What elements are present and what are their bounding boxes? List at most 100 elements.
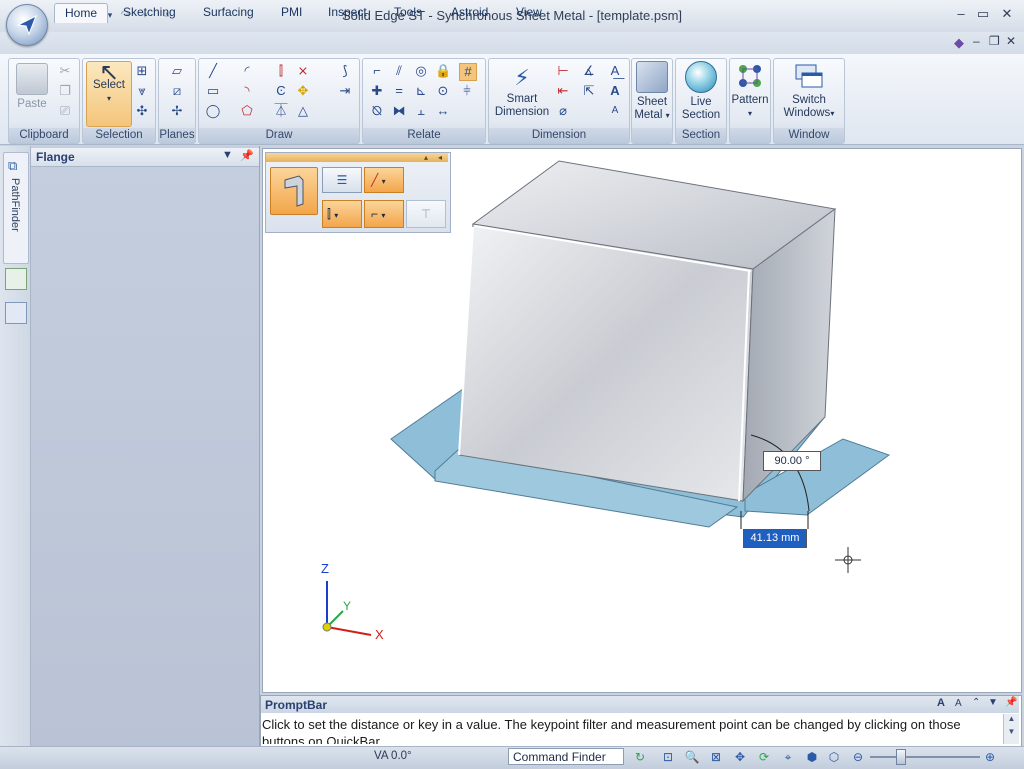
draw-options-icon[interactable]: ⟆ <box>337 63 353 79</box>
application-button[interactable] <box>6 4 48 46</box>
tab-tools[interactable]: Tools <box>384 3 432 22</box>
mirror-icon[interactable]: ⏄ <box>273 103 289 119</box>
command-finder-input[interactable]: Command Finder <box>508 748 624 765</box>
coordinate-dimension-icon[interactable]: ⇱ <box>581 83 597 99</box>
paste-button[interactable]: Paste <box>13 63 51 111</box>
zoom-slider-track[interactable] <box>870 756 980 758</box>
tab-astroid[interactable]: Astroid <box>441 3 498 22</box>
plane-axis-icon[interactable]: ✢ <box>169 103 185 119</box>
panel-pin-icon[interactable]: 📌 <box>240 149 254 162</box>
zoom-area-icon[interactable]: ⊡ <box>660 749 676 765</box>
font-larger-icon[interactable]: A <box>937 697 945 709</box>
quickbar-grip[interactable] <box>266 153 448 162</box>
promptbar-pin-icon[interactable]: 📌 <box>1005 697 1017 708</box>
refresh-icon[interactable]: ↻ <box>632 749 648 765</box>
collinear-icon[interactable]: ⊙ <box>435 83 451 99</box>
bend-position-button[interactable]: ⌐ ▾ <box>364 200 404 228</box>
font-smaller-icon[interactable]: A <box>955 698 962 709</box>
text-size-down-icon[interactable]: A <box>607 103 623 119</box>
horizontal-vertical-icon[interactable]: ✚ <box>369 83 385 99</box>
tangent-icon[interactable]: ⦰ <box>369 103 385 119</box>
zoom-out-icon[interactable]: ⊖ <box>850 749 866 765</box>
features-library-tab-icon[interactable] <box>5 302 27 324</box>
triangle-icon[interactable]: △ <box>295 103 311 119</box>
fillet-icon[interactable]: ◝ <box>239 83 255 99</box>
fit-icon[interactable]: ⊠ <box>708 749 724 765</box>
symmetric-diameter-icon[interactable]: ⌀ <box>555 103 571 119</box>
symmetric-icon[interactable]: ⧓ <box>391 103 407 119</box>
measurement-point-button[interactable]: ⫿ ▾ <box>322 200 362 228</box>
pattern-button[interactable]: Pattern ▾ <box>731 61 769 120</box>
sketch-view-icon[interactable]: ⌖ <box>780 749 796 765</box>
text-annotation-icon[interactable]: A͟ <box>607 63 623 79</box>
collapse-icon[interactable]: ⌃ <box>972 697 980 708</box>
smart-dimension-button[interactable]: ⚡ Smart Dimension <box>493 63 551 119</box>
scroll-up-icon[interactable]: ▲ <box>1004 714 1019 723</box>
tab-surfacing[interactable]: Surfacing <box>193 3 264 22</box>
doc-restore-icon[interactable]: ❐ <box>989 34 1000 48</box>
symmetry-axis-icon[interactable]: ⫠ <box>413 103 429 119</box>
flange-options-button[interactable]: ☰ <box>322 167 362 193</box>
pan-icon[interactable]: ✥ <box>732 749 748 765</box>
tab-view[interactable]: View <box>506 3 552 22</box>
rectangle-icon[interactable]: ▭ <box>205 83 221 99</box>
keypoint-filter-button[interactable]: ╱ ▾ <box>364 167 404 193</box>
distance-dimension-icon[interactable]: ⇤ <box>555 83 571 99</box>
tab-sketching[interactable]: Sketching <box>113 3 186 22</box>
live-section-button[interactable]: Live Section <box>678 61 724 122</box>
circle-icon[interactable]: ◯ <box>205 103 221 119</box>
text-size-up-icon[interactable]: A <box>607 83 623 99</box>
promptbar-menu-icon[interactable]: ▼ <box>988 697 998 708</box>
copy-icon[interactable]: ❐ <box>57 83 73 99</box>
promptbar-scrollbar[interactable]: ▲ ▼ <box>1003 714 1019 744</box>
sheet-metal-button[interactable]: Sheet Metal ▾ <box>633 61 671 122</box>
quickbar-collapse-icon[interactable]: ▴ <box>424 153 428 162</box>
flange-command-button[interactable] <box>270 167 318 215</box>
tab-pmi[interactable]: PMI <box>271 3 312 22</box>
close-icon[interactable]: ✕ <box>997 6 1017 24</box>
select-tools-icon[interactable]: ✣ <box>134 103 150 119</box>
connect-relate-icon[interactable]: ⌐ <box>369 63 385 79</box>
angle-label[interactable]: 90.00 ° <box>763 451 821 471</box>
trim-icon[interactable]: ⫿ <box>273 63 289 79</box>
move-icon[interactable]: ✥ <box>295 83 311 99</box>
offset-icon[interactable]: Ͼ <box>273 83 289 99</box>
distance-input[interactable]: 41.13 mm <box>743 529 807 548</box>
tab-home[interactable]: Home <box>54 3 109 23</box>
zoom-in-icon[interactable]: ⊕ <box>982 749 998 765</box>
line-icon[interactable]: ╱ <box>205 63 221 79</box>
flange-profile-button[interactable]: ⊤ <box>406 200 446 228</box>
connect-icon[interactable]: ⇥ <box>337 83 353 99</box>
layers-tab-icon[interactable] <box>5 268 27 290</box>
cut-icon[interactable]: ✂ <box>57 63 73 79</box>
zoom-icon[interactable]: 🔍 <box>684 749 700 765</box>
select-filter-icon[interactable]: ⩔ <box>134 83 150 99</box>
select-box-icon[interactable]: ⊞ <box>134 63 150 79</box>
panel-menu-icon[interactable]: ▼ <box>222 149 233 161</box>
rotate-icon[interactable]: ⟳ <box>756 749 772 765</box>
plane-options-icon[interactable]: ⧄ <box>169 83 185 99</box>
project-icon[interactable]: ⬠ <box>239 103 255 119</box>
equal-icon[interactable]: = <box>391 83 407 99</box>
minimize-icon[interactable]: – <box>951 6 971 24</box>
rigid-icon[interactable]: ⫩ <box>459 83 475 99</box>
help-book-icon[interactable]: ◆ <box>954 35 964 51</box>
arc-icon[interactable]: ◜ <box>239 63 255 79</box>
doc-close-icon[interactable]: ✕ <box>1006 34 1016 48</box>
maximize-icon[interactable]: ▭ <box>973 6 993 24</box>
parallel-icon[interactable]: ⫽ <box>391 63 407 79</box>
switch-windows-button[interactable]: Switch Windows▾ <box>778 61 840 120</box>
maintain-icon[interactable]: ↔ <box>435 103 451 119</box>
perpendicular-icon[interactable]: ⊾ <box>413 83 429 99</box>
relationship-handles-icon[interactable]: # <box>459 63 477 81</box>
select-button[interactable]: ↖ Select ▾ <box>86 61 132 127</box>
lock-icon[interactable]: 🔒 <box>435 63 451 79</box>
view-cube-icon[interactable]: ⬢ <box>804 749 820 765</box>
concentric-icon[interactable]: ◎ <box>413 63 429 79</box>
angle-dimension-icon[interactable]: ∡ <box>581 63 597 79</box>
quickbar-close-icon[interactable]: ◂ <box>438 153 442 162</box>
scroll-down-icon[interactable]: ▼ <box>1004 727 1019 736</box>
plane-icon[interactable]: ▱ <box>169 63 185 79</box>
doc-minimize-icon[interactable]: – <box>973 34 980 48</box>
view-orientation-icon[interactable]: ⬡ <box>826 749 842 765</box>
